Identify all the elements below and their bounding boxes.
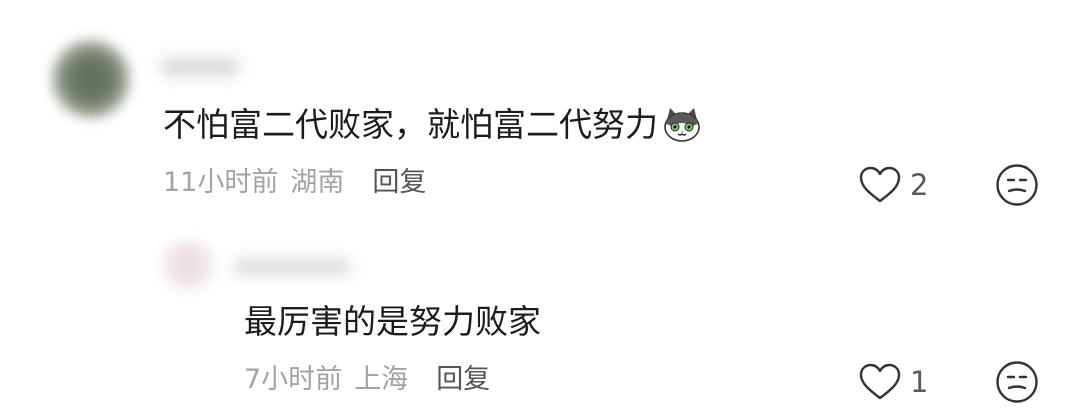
comment-time: 7小时前 [244, 364, 343, 395]
unamused-face-icon[interactable] [995, 163, 1039, 207]
like-button[interactable]: 2 [858, 163, 928, 207]
cat-face-icon [664, 107, 700, 142]
comment-text: 最厉害的是努力败家 [244, 302, 541, 341]
comment-meta: 7小时前 上海 回复 [244, 363, 490, 397]
username-blurred[interactable] [232, 258, 352, 276]
reply-button[interactable]: 回复 [372, 167, 426, 198]
comment-location: 湖南 [290, 167, 345, 198]
avatar[interactable] [52, 40, 130, 118]
comment-meta: 11小时前 湖南 回复 [163, 166, 426, 200]
comment-text-body: 不怕富二代败家，就怕富二代努力 [163, 105, 658, 144]
heart-icon [859, 363, 901, 400]
comment-time: 11小时前 [163, 167, 279, 198]
comment-thread: 不怕富二代败家，就怕富二代努力 11小时前湖南回复 2 最厉害的是努力败家 [0, 0, 1080, 419]
username-blurred[interactable] [160, 58, 240, 76]
like-count: 1 [910, 365, 929, 399]
like-button[interactable]: 1 [858, 360, 928, 404]
reply-button[interactable]: 回复 [436, 364, 490, 395]
comment-location: 上海 [354, 364, 409, 395]
unamused-face-icon[interactable] [995, 360, 1039, 404]
heart-icon [859, 166, 901, 203]
avatar[interactable] [160, 240, 216, 290]
comment-text: 不怕富二代败家，就怕富二代努力 [163, 105, 702, 147]
like-count: 2 [910, 168, 929, 202]
